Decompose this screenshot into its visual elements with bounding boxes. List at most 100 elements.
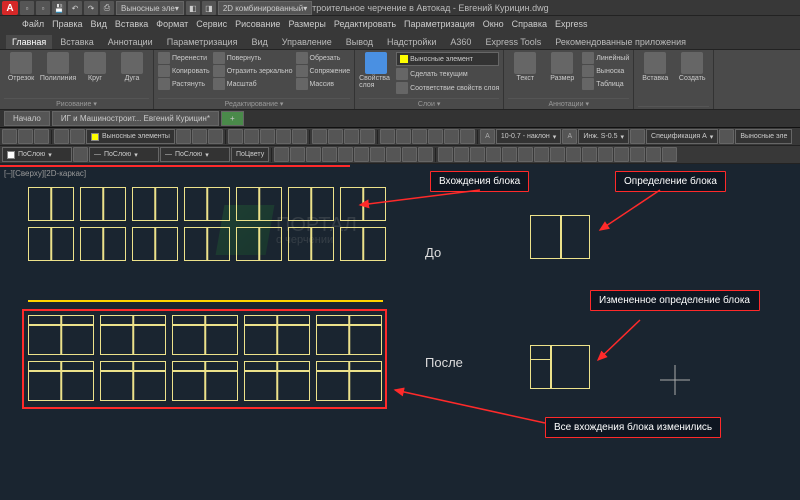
tab-param[interactable]: Параметризация: [161, 35, 244, 49]
menu-view[interactable]: Вид: [91, 19, 107, 29]
tb-icon[interactable]: [370, 147, 385, 162]
tb-icon[interactable]: [176, 129, 191, 144]
mirror-button[interactable]: Отразить зеркально: [213, 65, 293, 77]
tb-icon[interactable]: [598, 147, 613, 162]
tb-icon[interactable]: [274, 147, 289, 162]
tab-a360[interactable]: A360: [444, 35, 477, 49]
tab-manage[interactable]: Управление: [276, 35, 338, 49]
tb-icon[interactable]: [630, 129, 645, 144]
tab-view[interactable]: Вид: [245, 35, 273, 49]
tb-icon[interactable]: [614, 147, 629, 162]
panel-name-layers[interactable]: Слои ▾: [359, 98, 499, 108]
qat-layer-combo[interactable]: Выносные эле ▾: [116, 1, 184, 15]
polyline-button[interactable]: Полилиния: [41, 52, 75, 82]
rotate-button[interactable]: Повернуть: [213, 52, 293, 64]
tb-icon[interactable]: [292, 129, 307, 144]
doc-tab-new[interactable]: +: [221, 111, 244, 126]
copy-button[interactable]: Копировать: [158, 65, 210, 77]
match-layer-button[interactable]: Соответствие свойств слоя: [396, 82, 499, 94]
tb-icon[interactable]: [192, 129, 207, 144]
tb-icon[interactable]: [312, 129, 327, 144]
tb-icon[interactable]: [290, 147, 305, 162]
tb-icon[interactable]: [460, 129, 475, 144]
create-button[interactable]: Создать: [675, 52, 709, 82]
scale-button[interactable]: Масштаб: [213, 78, 293, 90]
tb-icon[interactable]: A: [480, 129, 495, 144]
tb-icon[interactable]: [630, 147, 645, 162]
doc-tab-start[interactable]: Начало: [4, 111, 50, 126]
panel-name-modify[interactable]: Редактирование ▾: [158, 98, 350, 108]
tb-icon[interactable]: [244, 129, 259, 144]
tb-icon[interactable]: [550, 147, 565, 162]
panel-name-draw[interactable]: Рисование ▾: [4, 98, 149, 108]
drawing-canvas[interactable]: [–][Сверху][2D-каркас] ПОРТАЛо черчении …: [0, 165, 800, 500]
menu-tools[interactable]: Сервис: [196, 19, 227, 29]
tb-textstyle-combo[interactable]: 10-0.7 - наклон ▾: [496, 129, 561, 144]
tb-mlstyle-combo[interactable]: Выносные эле: [735, 129, 792, 144]
save-icon[interactable]: 💾: [52, 1, 66, 15]
arc-button[interactable]: Дуга: [115, 52, 149, 82]
table-button[interactable]: Таблица: [582, 78, 629, 90]
tb-icon[interactable]: [454, 147, 469, 162]
tab-addins[interactable]: Надстройки: [381, 35, 442, 49]
menu-param[interactable]: Параметризация: [404, 19, 475, 29]
tb-icon[interactable]: [662, 147, 677, 162]
stretch-button[interactable]: Растянуть: [158, 78, 210, 90]
tb-icon[interactable]: [344, 129, 359, 144]
layer-combo[interactable]: Выносные элемент: [396, 52, 499, 66]
tb-icon[interactable]: [328, 129, 343, 144]
tb-icon[interactable]: [2, 129, 17, 144]
tb-icon[interactable]: [470, 147, 485, 162]
tb-icon[interactable]: [70, 129, 85, 144]
menu-modify[interactable]: Редактировать: [334, 19, 396, 29]
layer-props-button[interactable]: Свойства слоя: [359, 52, 393, 89]
text-button[interactable]: Текст: [508, 52, 542, 82]
open-icon[interactable]: ▫: [36, 1, 50, 15]
viewport-label[interactable]: [–][Сверху][2D-каркас]: [4, 169, 86, 178]
insert-button[interactable]: Вставка: [638, 52, 672, 82]
tb-icon[interactable]: [18, 129, 33, 144]
tb-icon[interactable]: [34, 129, 49, 144]
circle-button[interactable]: Круг: [78, 52, 112, 82]
lt-combo[interactable]: —ПоСлою ▾: [160, 147, 230, 162]
line-button[interactable]: Отрезок: [4, 52, 38, 82]
fillet-button[interactable]: Сопряжение: [296, 65, 351, 77]
dim-button[interactable]: Размер: [545, 52, 579, 82]
redo-icon[interactable]: ↷: [84, 1, 98, 15]
undo-icon[interactable]: ↶: [68, 1, 82, 15]
menu-express[interactable]: Express: [555, 19, 588, 29]
tab-output[interactable]: Вывод: [340, 35, 379, 49]
menu-draw[interactable]: Рисование: [235, 19, 280, 29]
doc-tab-current[interactable]: ИГ и Машиностроит... Евгений Курицин*: [52, 111, 219, 126]
qat-ico-b[interactable]: ◨: [202, 1, 216, 15]
menu-dim[interactable]: Размеры: [288, 19, 325, 29]
menu-window[interactable]: Окно: [483, 19, 504, 29]
panel-name-anno[interactable]: Аннотации ▾: [508, 98, 629, 108]
tab-featured[interactable]: Рекомендованные приложения: [549, 35, 692, 49]
tb-dimstyle-combo[interactable]: Инж. S-0.5 ▾: [578, 129, 629, 144]
tb-icon[interactable]: [380, 129, 395, 144]
tb-tablestyle-combo[interactable]: Спецификация А ▾: [646, 129, 718, 144]
tb-icon[interactable]: A: [562, 129, 577, 144]
array-button[interactable]: Массив: [296, 78, 351, 90]
tb-icon[interactable]: [646, 147, 661, 162]
color-combo[interactable]: ПоСлою ▾: [2, 147, 72, 162]
tb-icon[interactable]: [228, 129, 243, 144]
tb-icon[interactable]: [306, 147, 321, 162]
tb-icon[interactable]: [412, 129, 427, 144]
tb-icon[interactable]: [534, 147, 549, 162]
lw-combo[interactable]: —ПоСлою ▾: [89, 147, 159, 162]
leader-button[interactable]: Выноска: [582, 65, 629, 77]
new-icon[interactable]: ▫: [20, 1, 34, 15]
linear-button[interactable]: Линейный: [582, 52, 629, 64]
tb-icon[interactable]: [208, 129, 223, 144]
menu-edit[interactable]: Правка: [52, 19, 82, 29]
tb-icon[interactable]: [396, 129, 411, 144]
menu-format[interactable]: Формат: [156, 19, 188, 29]
move-button[interactable]: Перенести: [158, 52, 210, 64]
tb-icon[interactable]: [444, 129, 459, 144]
plot-combo[interactable]: ПоЦвету: [231, 147, 269, 162]
tab-insert[interactable]: Вставка: [54, 35, 99, 49]
tb-icon[interactable]: [73, 147, 88, 162]
tb-icon[interactable]: [582, 147, 597, 162]
